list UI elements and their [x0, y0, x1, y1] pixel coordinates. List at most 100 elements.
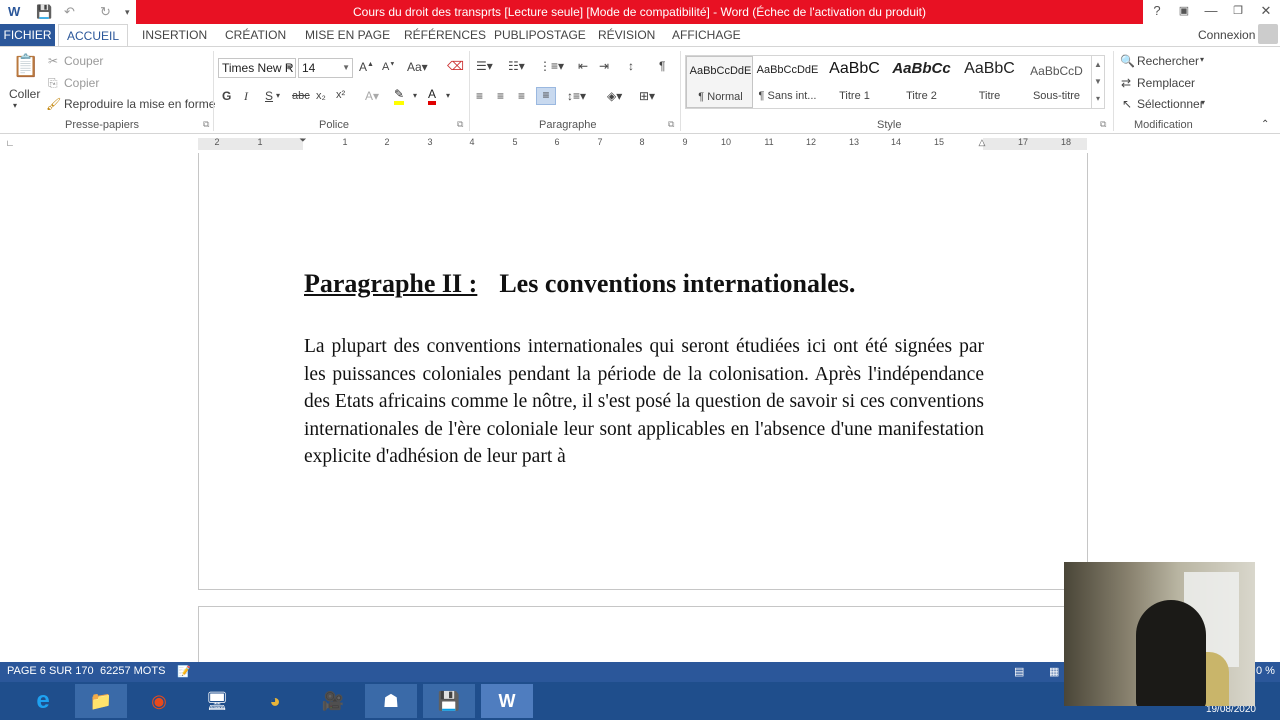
style-sans-interligne[interactable]: AaBbCcDdE ¶ Sans int...: [754, 56, 821, 108]
read-mode-icon[interactable]: ▤: [1014, 665, 1024, 678]
tab-insertion[interactable]: INSERTION: [142, 24, 207, 46]
select-icon[interactable]: ↖: [1122, 97, 1132, 111]
paste-button[interactable]: Coller: [9, 87, 40, 101]
styles-launcher-icon[interactable]: ⧉: [1100, 119, 1106, 130]
zoom-level[interactable]: 0 %: [1256, 665, 1275, 677]
app-icon[interactable]: ☗: [365, 684, 417, 718]
restore-button[interactable]: ❐: [1224, 0, 1252, 24]
decrease-indent-icon[interactable]: ⇤: [578, 59, 588, 73]
superscript-icon[interactable]: x²: [336, 89, 345, 101]
network-icon[interactable]: 🖥: [191, 684, 243, 718]
paragraph-launcher-icon[interactable]: ⧉: [668, 119, 674, 130]
minimize-button[interactable]: —: [1197, 0, 1225, 24]
word-taskbar-icon[interactable]: W: [481, 684, 533, 718]
style-normal[interactable]: AaBbCcDdE ¶ Normal: [686, 56, 753, 108]
change-case-icon[interactable]: Aa▾: [407, 60, 428, 74]
align-left-icon[interactable]: ≡: [476, 89, 483, 103]
print-layout-icon[interactable]: ▦: [1049, 665, 1059, 678]
tab-mise-en-page[interactable]: MISE EN PAGE: [305, 24, 390, 46]
collapse-ribbon-icon[interactable]: ⌃: [1261, 119, 1269, 130]
underline-dropdown-icon[interactable]: ▾: [276, 91, 280, 100]
file-explorer-icon[interactable]: 📁: [75, 684, 127, 718]
style-titre[interactable]: AaBbC Titre: [956, 56, 1023, 108]
shading-icon[interactable]: ◈▾: [607, 89, 622, 103]
strikethrough-icon[interactable]: abc: [292, 90, 310, 102]
word-app-icon[interactable]: W: [8, 3, 20, 21]
line-spacing-icon[interactable]: ↕≡▾: [567, 89, 586, 103]
find-button[interactable]: Rechercher: [1137, 54, 1199, 68]
highlight-dropdown-icon[interactable]: ▾: [413, 91, 417, 100]
tab-creation[interactable]: CRÉATION: [225, 24, 286, 46]
numbering-icon[interactable]: ☷▾: [508, 59, 525, 73]
format-painter-button[interactable]: Reproduire la mise en forme: [64, 97, 215, 111]
document-page[interactable]: Paragraphe II : Les conventions internati…: [198, 153, 1088, 590]
subscript-icon[interactable]: x₂: [316, 90, 326, 102]
tab-revision[interactable]: RÉVISION: [598, 24, 655, 46]
tab-fichier[interactable]: FICHIER: [0, 24, 55, 46]
indent-marker-icon[interactable]: ⏷: [297, 135, 309, 146]
proofing-icon[interactable]: 📝: [177, 665, 191, 678]
connexion-link[interactable]: Connexion: [1198, 24, 1255, 46]
tab-references[interactable]: RÉFÉRENCES: [404, 24, 486, 46]
copy-button[interactable]: Copier: [64, 76, 99, 90]
borders-icon[interactable]: ⊞▾: [639, 89, 655, 103]
align-right-icon[interactable]: ≡: [518, 89, 525, 103]
save-icon[interactable]: 💾: [36, 3, 52, 21]
replace-icon[interactable]: ⇄: [1121, 76, 1131, 90]
page-indicator[interactable]: PAGE 6 SUR 170: [7, 665, 94, 677]
sort-icon[interactable]: ↕: [628, 59, 634, 73]
find-icon[interactable]: 🔍: [1120, 54, 1135, 68]
word-count[interactable]: 62257 MOTS: [100, 665, 165, 677]
bullets-icon[interactable]: ☰▾: [476, 59, 493, 73]
underline-icon[interactable]: S: [265, 89, 273, 103]
clear-formatting-icon[interactable]: ⌫: [447, 59, 464, 73]
save-app-icon[interactable]: 💾: [423, 684, 475, 718]
ribbon-display-options-icon[interactable]: ▣: [1170, 0, 1198, 24]
styles-scroll-icon[interactable]: ▲ ▼ ▾: [1091, 56, 1104, 108]
horizontal-ruler[interactable]: ∟ 2 1 ⏷ 1 2 3 4 5 6 7 8 9 10 11 12 13 14…: [0, 135, 1280, 153]
customize-quick-access-icon[interactable]: ▾: [125, 3, 130, 21]
tab-selector-icon[interactable]: ∟: [4, 138, 16, 148]
style-titre-2[interactable]: AaBbCc Titre 2: [888, 56, 955, 108]
style-titre-1[interactable]: AaBbC Titre 1: [821, 56, 888, 108]
multilevel-list-icon[interactable]: ⋮≡▾: [539, 59, 564, 73]
tab-accueil[interactable]: ACCUEIL: [58, 24, 128, 47]
tab-affichage[interactable]: AFFICHAGE: [672, 24, 741, 46]
cut-button[interactable]: Couper: [64, 54, 103, 68]
text-effects-icon[interactable]: A▾: [365, 89, 379, 103]
help-button[interactable]: ?: [1143, 0, 1171, 24]
clipboard-launcher-icon[interactable]: ⧉: [203, 119, 209, 130]
align-center-icon[interactable]: ≡: [497, 89, 504, 103]
undo-icon[interactable]: ↶: [64, 3, 75, 21]
font-color-icon[interactable]: A: [428, 87, 437, 105]
internet-explorer-icon[interactable]: e: [17, 684, 69, 718]
font-color-dropdown-icon[interactable]: ▾: [446, 91, 450, 100]
font-launcher-icon[interactable]: ⧉: [457, 119, 463, 130]
find-dropdown-icon[interactable]: ▾: [1200, 55, 1204, 64]
copy-icon[interactable]: ⎘: [48, 76, 58, 91]
close-button[interactable]: ✕: [1252, 0, 1280, 24]
replace-button[interactable]: Remplacer: [1137, 76, 1195, 90]
select-dropdown-icon[interactable]: ▾: [1201, 98, 1205, 107]
grow-font-icon[interactable]: A▲: [359, 60, 374, 74]
right-indent-marker-icon[interactable]: △: [976, 137, 988, 148]
show-formatting-marks-icon[interactable]: ¶: [659, 59, 665, 73]
font-name-combo[interactable]: Times New R ▼: [218, 58, 296, 78]
highlight-color-icon[interactable]: ✎: [394, 87, 405, 105]
style-sous-titre[interactable]: AaBbCcD Sous-titre: [1023, 56, 1090, 108]
format-painter-icon[interactable]: 🖌: [46, 97, 61, 111]
italic-icon[interactable]: I: [244, 89, 248, 104]
next-page[interactable]: [198, 606, 1088, 666]
cut-icon[interactable]: ✂: [48, 54, 58, 68]
increase-indent-icon[interactable]: ⇥: [599, 59, 609, 73]
paste-icon[interactable]: 📋: [12, 53, 39, 81]
font-size-combo[interactable]: 14 ▼: [298, 58, 353, 78]
select-button[interactable]: Sélectionner: [1137, 97, 1204, 111]
paste-dropdown-icon[interactable]: ▾: [13, 101, 17, 110]
browser-icon[interactable]: ◉: [133, 684, 185, 718]
chrome-icon[interactable]: ◕: [249, 684, 301, 718]
shrink-font-icon[interactable]: A▼: [382, 61, 395, 73]
bold-icon[interactable]: G: [222, 89, 231, 103]
redo-icon[interactable]: ↻: [100, 3, 111, 21]
justify-icon[interactable]: ≡: [536, 87, 556, 105]
